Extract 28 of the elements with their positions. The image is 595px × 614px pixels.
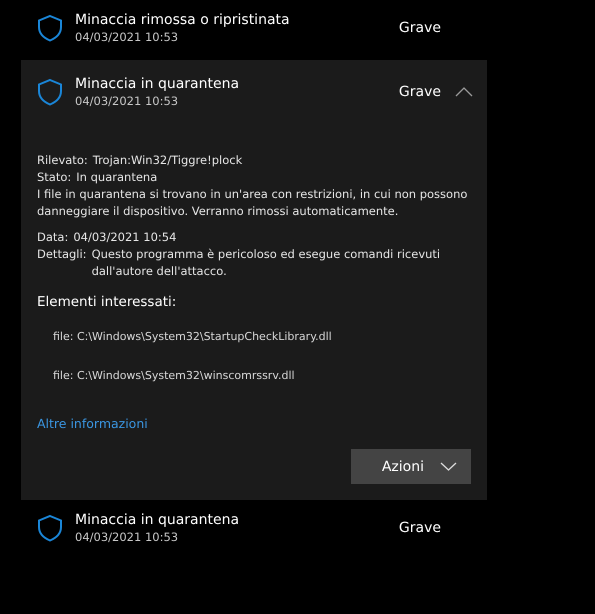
affected-file: file: C:\Windows\System32\winscomrssrv.dll — [53, 369, 296, 382]
more-info-link[interactable]: Altre informazioni — [37, 416, 148, 431]
shield-icon — [37, 78, 63, 106]
chevron-up-icon[interactable] — [455, 87, 473, 97]
description-text: I file in quarantena si trovano in un'area con restrizioni, in cui non possono danneggiare il dispositivo. Verranno rimossi automaticamente. — [37, 186, 468, 220]
shield-icon — [37, 14, 63, 42]
threat-date: 04/03/2021 10:53 — [75, 530, 180, 544]
affected-title: Elementi interessati: — [37, 294, 178, 310]
details-value: Questo programma è pericoloso ed esegue comandi ricevuti dall'autore dell'attacco. — [92, 246, 442, 280]
detected-label: Rilevato: — [37, 152, 88, 169]
shield-icon — [37, 514, 63, 542]
threat-date: 04/03/2021 10:53 — [75, 30, 180, 44]
date-value: 04/03/2021 10:54 — [73, 229, 176, 246]
severity-label: Grave — [398, 84, 441, 100]
threat-date: 04/03/2021 10:53 — [75, 94, 180, 108]
severity-label: Grave — [398, 520, 441, 536]
status-value: In quarantena — [76, 169, 158, 186]
threat-title: Minaccia rimossa o ripristinata — [75, 12, 291, 28]
status-label: Stato: — [37, 169, 72, 186]
actions-button[interactable]: Azioni — [351, 449, 471, 484]
details-label: Dettagli: — [37, 246, 87, 263]
detected-value: Trojan:Win32/Tiggre!plock — [92, 152, 242, 169]
threat-title: Minaccia in quarantena — [75, 76, 240, 92]
date-label: Data: — [37, 229, 68, 246]
affected-file: file: C:\Windows\System32\StartupCheckLibrary.dll — [53, 330, 333, 343]
severity-label: Grave — [398, 20, 441, 36]
chevron-down-icon — [440, 462, 457, 471]
threat-title: Minaccia in quarantena — [75, 512, 240, 528]
